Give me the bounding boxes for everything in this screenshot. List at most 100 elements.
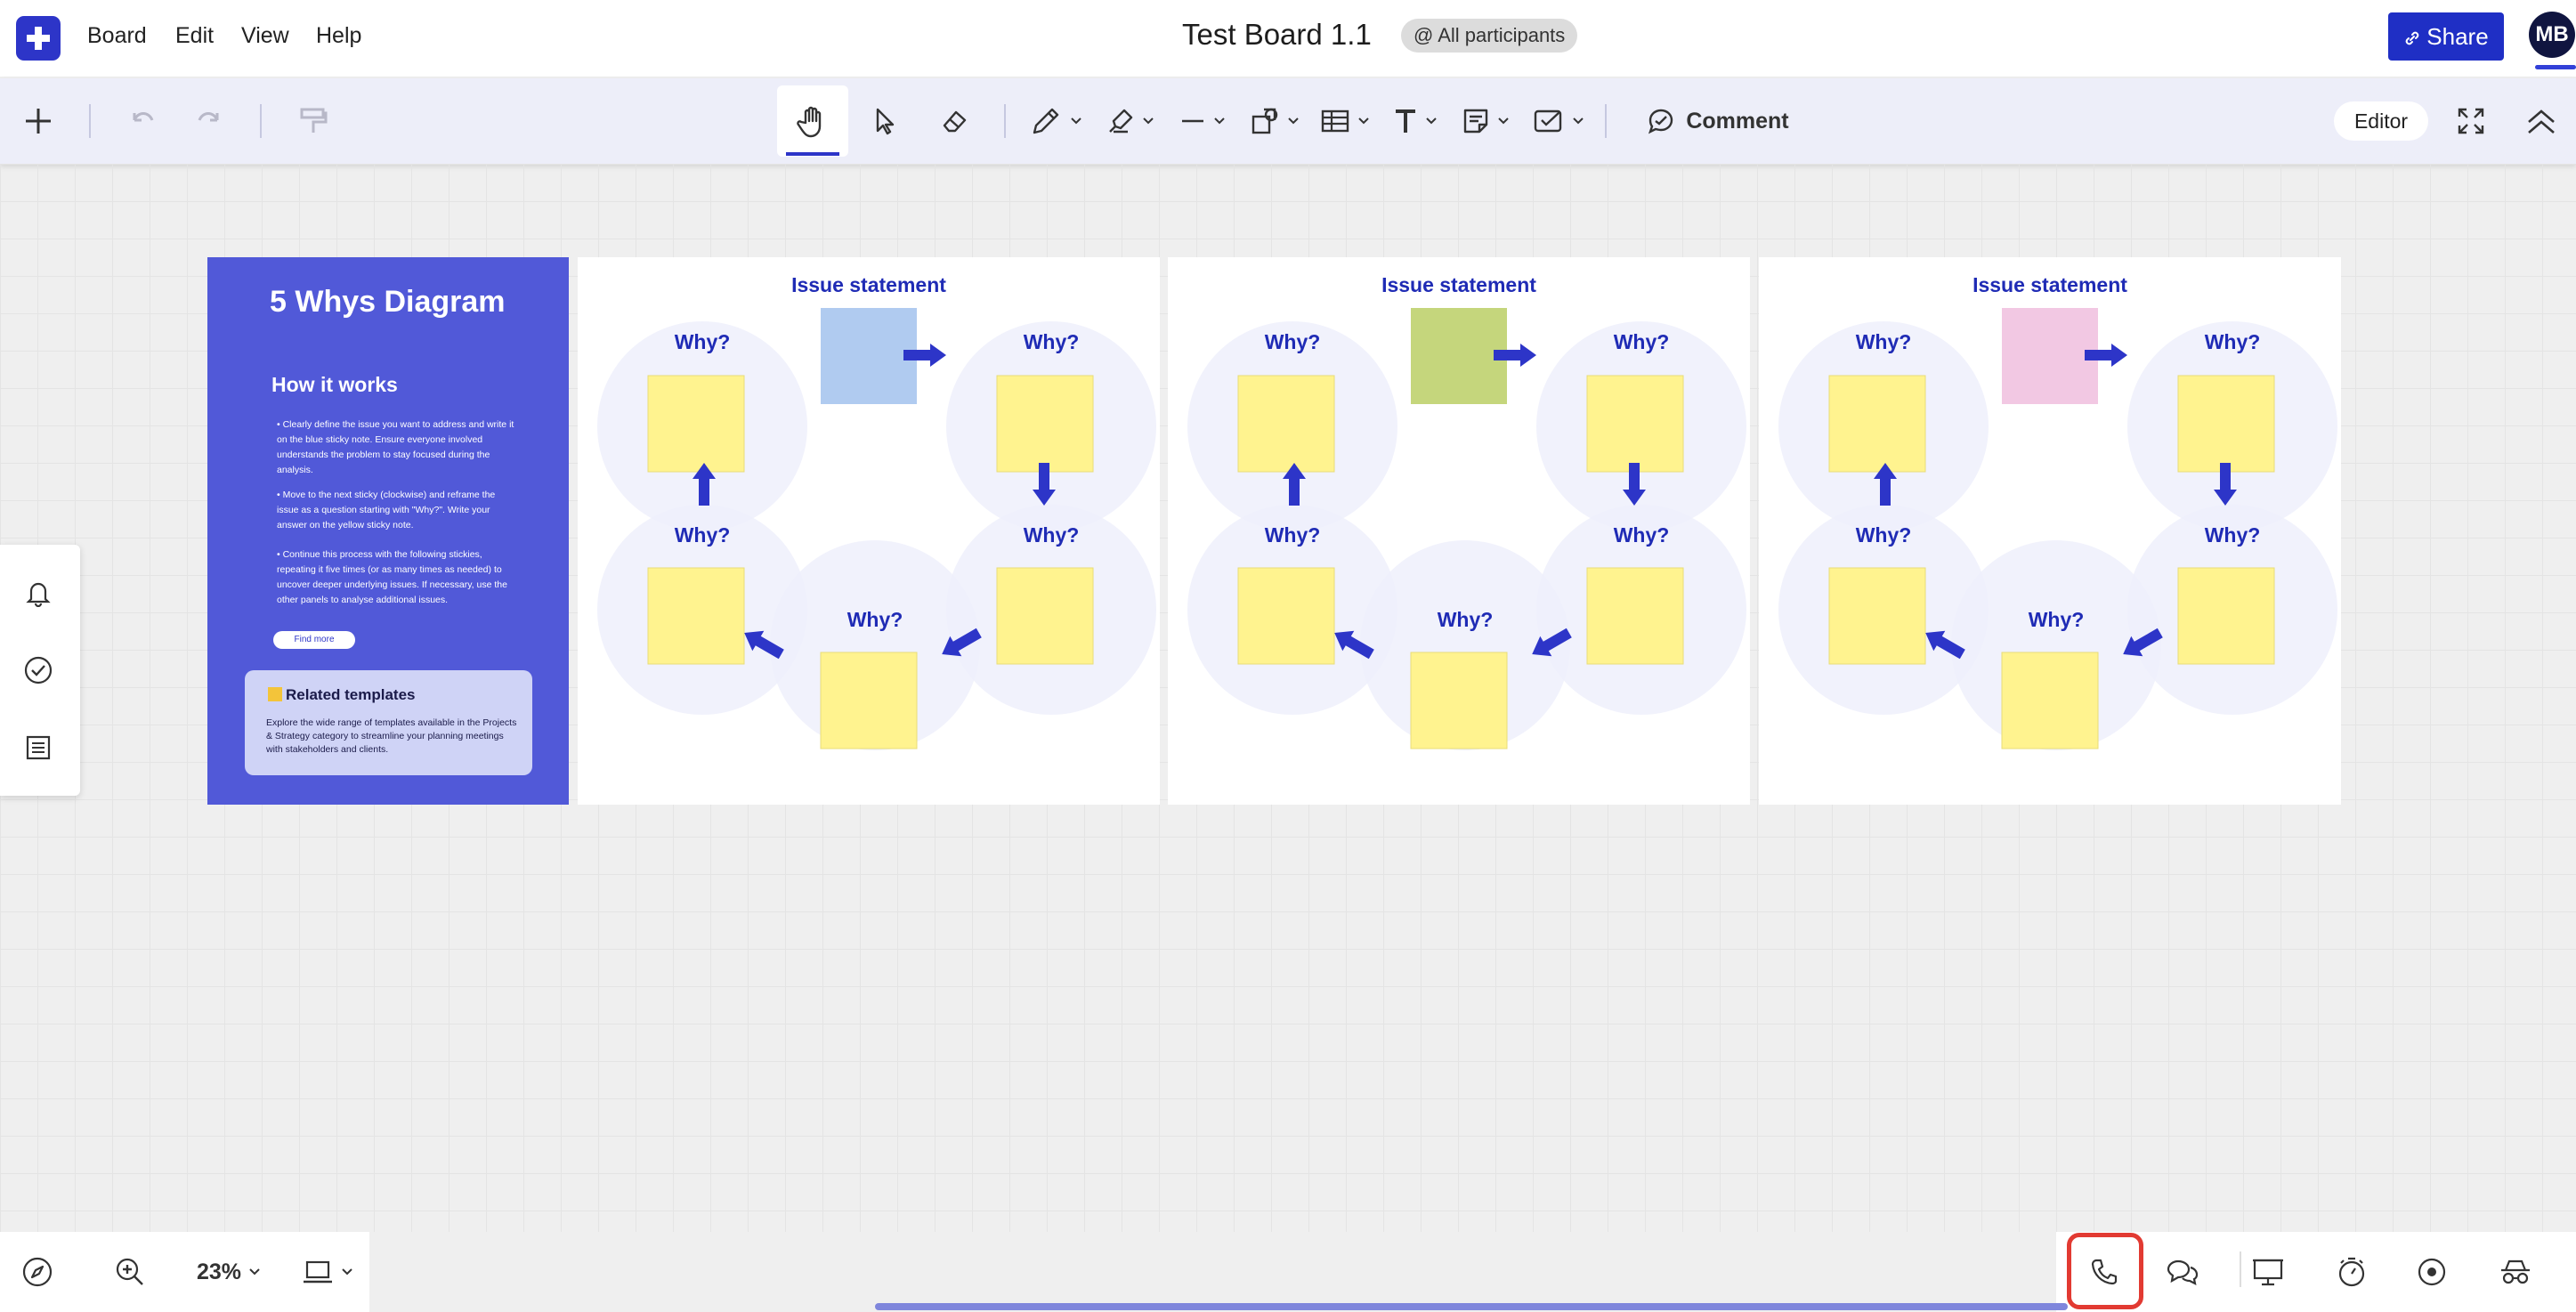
fullscreen-button[interactable]	[2451, 78, 2491, 164]
share-button[interactable]: Share	[2388, 12, 2504, 61]
line-tool[interactable]	[1173, 78, 1232, 164]
menu-help[interactable]: Help	[316, 23, 361, 49]
collapse-toolbar-button[interactable]	[2519, 78, 2564, 164]
why-label: Why?	[674, 330, 731, 353]
why-sticky-note[interactable]	[1586, 375, 1684, 473]
related-templates-card: Related templates Explore the wide range…	[245, 670, 532, 775]
zoom-level-dropdown[interactable]: 23%	[189, 1232, 269, 1312]
redo-button[interactable]	[190, 78, 229, 164]
compass-icon	[22, 1257, 53, 1287]
why-sticky-note[interactable]	[1410, 652, 1508, 749]
why-label: Why?	[847, 608, 903, 631]
participants-badge[interactable]: @ All participants	[1401, 19, 1578, 53]
presentation-button[interactable]	[2240, 1232, 2297, 1312]
navigation-bar: 23%	[0, 1232, 369, 1312]
tasks-button[interactable]	[0, 644, 77, 697]
menu-view[interactable]: View	[241, 23, 289, 49]
hand-tool[interactable]	[777, 78, 848, 164]
highlighter-tool[interactable]	[1100, 78, 1161, 164]
navigator-button[interactable]	[12, 1232, 62, 1312]
chat-icon	[2167, 1259, 2199, 1285]
record-button[interactable]	[2403, 1232, 2460, 1312]
board-title[interactable]: Test Board 1.1	[1182, 18, 1372, 52]
zoom-in-icon	[116, 1258, 143, 1285]
why-sticky-note[interactable]	[2177, 567, 2275, 665]
checkbox-icon	[1534, 109, 1562, 133]
eraser-tool[interactable]	[935, 78, 974, 164]
issue-sticky-note[interactable]	[821, 308, 917, 404]
related-templates-text: Explore the wide range of templates avai…	[266, 717, 517, 755]
why-sticky-note[interactable]	[647, 375, 745, 473]
text-icon	[1396, 109, 1415, 133]
select-tool[interactable]	[865, 78, 904, 164]
undo-button[interactable]	[123, 78, 162, 164]
redo-icon	[198, 112, 219, 122]
chevron-down-icon	[1214, 117, 1225, 125]
find-more-button[interactable]: Find more	[273, 631, 355, 649]
horizontal-scrollbar[interactable]	[875, 1303, 2068, 1310]
editor-role-button[interactable]: Editor	[2334, 101, 2428, 141]
notes-list-button[interactable]	[0, 721, 77, 774]
shapes-tool[interactable]	[1243, 78, 1307, 164]
issue-sticky-note[interactable]	[2002, 308, 2098, 404]
text-tool[interactable]	[1389, 78, 1442, 164]
bell-icon	[26, 582, 51, 607]
why-sticky-note[interactable]	[1828, 375, 1926, 473]
notifications-button[interactable]	[0, 566, 77, 620]
why-sticky-note[interactable]	[996, 567, 1094, 665]
chevron-down-icon	[1573, 117, 1584, 125]
pointer-icon	[876, 108, 895, 135]
add-button[interactable]	[16, 78, 61, 164]
pen-tool[interactable]	[1025, 78, 1088, 164]
sticky-note-icon	[1463, 109, 1488, 134]
table-tool[interactable]	[1314, 78, 1376, 164]
why-sticky-note[interactable]	[1586, 567, 1684, 665]
issue-statement-label: Issue statement	[1381, 273, 1536, 296]
why-sticky-note[interactable]	[2177, 375, 2275, 473]
menu-board[interactable]: Board	[87, 23, 147, 49]
chevron-down-icon	[1498, 117, 1509, 125]
sticky-note-tool[interactable]	[1456, 78, 1515, 164]
checkbox-tool[interactable]	[1527, 78, 1590, 164]
why-label: Why?	[1264, 330, 1321, 353]
list-icon	[26, 735, 51, 760]
line-icon	[1182, 119, 1203, 123]
why-sticky-note[interactable]	[1828, 567, 1926, 665]
menu-edit[interactable]: Edit	[175, 23, 214, 49]
chevron-down-icon	[1071, 117, 1081, 125]
why-label: Why?	[1613, 523, 1670, 547]
comment-label: Comment	[1686, 108, 1789, 134]
why-label: Why?	[1437, 608, 1494, 631]
related-title-text: Related templates	[286, 686, 416, 703]
format-painter-button[interactable]	[294, 78, 333, 164]
chevron-down-icon	[249, 1268, 260, 1276]
five-whys-panel: Issue statement Why? Why? Why? Why? Why?	[578, 257, 1160, 805]
why-sticky-note[interactable]	[2001, 652, 2099, 749]
issue-sticky-note[interactable]	[1411, 308, 1507, 404]
why-label: Why?	[2204, 330, 2261, 353]
private-mode-button[interactable]	[2487, 1232, 2544, 1312]
why-sticky-note[interactable]	[996, 375, 1094, 473]
main-toolbar: Comment	[0, 78, 2576, 164]
incognito-icon	[2501, 1259, 2530, 1284]
top-bar: Board Edit View Help Test Board 1.1 @ Al…	[0, 0, 2576, 77]
timer-button[interactable]	[2323, 1232, 2380, 1312]
why-sticky-note[interactable]	[820, 652, 918, 749]
instruction-step: • Continue this process with the followi…	[277, 549, 507, 605]
how-it-works-heading: How it works	[271, 373, 398, 396]
device-view-dropdown[interactable]	[296, 1232, 360, 1312]
folder-icon	[268, 687, 282, 701]
why-sticky-note[interactable]	[1237, 375, 1335, 473]
chat-button[interactable]	[2154, 1232, 2211, 1312]
format-painter-icon	[300, 108, 328, 133]
why-label: Why?	[2204, 523, 2261, 547]
avatar-indicator	[2535, 65, 2576, 69]
app-logo[interactable]	[16, 16, 61, 61]
five-whys-panel: Issue statement Why? Why? Why? Why? Why?	[1168, 257, 1750, 805]
zoom-in-button[interactable]	[103, 1232, 157, 1312]
avatar[interactable]: MB	[2529, 12, 2575, 58]
why-sticky-note[interactable]	[647, 567, 745, 665]
why-sticky-note[interactable]	[1237, 567, 1335, 665]
double-chevron-up-icon	[2528, 109, 2555, 134]
comment-button[interactable]: Comment	[1638, 78, 1798, 164]
